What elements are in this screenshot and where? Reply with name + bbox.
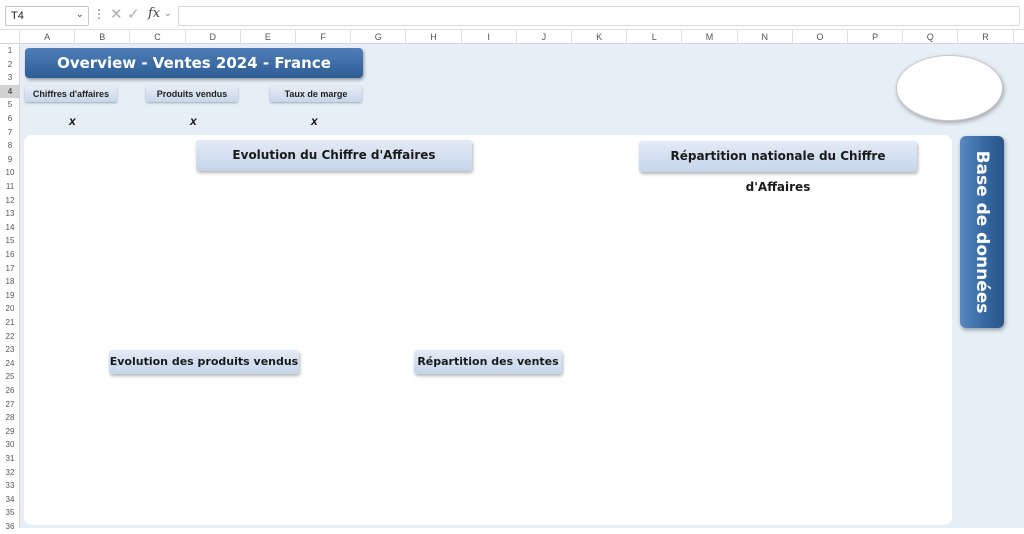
column-header[interactable]: P bbox=[848, 30, 904, 44]
formula-input[interactable] bbox=[178, 6, 1020, 26]
row-header[interactable]: 26 bbox=[0, 384, 20, 398]
row-header[interactable]: 28 bbox=[0, 411, 20, 425]
column-header[interactable]: O bbox=[793, 30, 848, 44]
selection-marker: x bbox=[69, 114, 76, 128]
row-header[interactable]: 2 bbox=[0, 58, 20, 72]
column-header[interactable]: C bbox=[130, 30, 186, 44]
column-header[interactable]: A bbox=[20, 30, 76, 44]
row-header[interactable]: 27 bbox=[0, 398, 20, 412]
row-header[interactable]: 20 bbox=[0, 302, 20, 316]
column-header[interactable]: J bbox=[517, 30, 572, 44]
column-header[interactable]: D bbox=[186, 30, 241, 44]
column-header[interactable]: R bbox=[958, 30, 1014, 44]
chevron-down-icon[interactable]: ⌄ bbox=[164, 8, 172, 19]
row-header-bar: 1 2 3 4 5 6 7 8 9 10 11 12 13 14 15 16 17 18 19 20 21 22 23 24 2… bbox=[0, 44, 20, 531]
column-header[interactable]: F bbox=[296, 30, 352, 44]
more-options-icon[interactable]: ⋮ bbox=[93, 7, 105, 21]
row-header[interactable]: 4 bbox=[0, 84, 20, 99]
row-header[interactable]: 31 bbox=[0, 452, 20, 466]
row-header[interactable]: 24 bbox=[0, 357, 20, 371]
database-button-label: Base de données bbox=[972, 150, 992, 314]
chart-title-ca-repartition: Répartition nationale du Chiffre d'Affai… bbox=[639, 141, 917, 194]
column-header[interactable]: B bbox=[75, 30, 131, 44]
row-header[interactable]: 13 bbox=[0, 207, 20, 221]
taux-marge-button[interactable]: Taux de marge bbox=[270, 86, 362, 102]
row-header[interactable]: 29 bbox=[0, 425, 20, 439]
selection-marker: x bbox=[190, 114, 197, 128]
column-header[interactable]: Q bbox=[903, 30, 959, 44]
chart-title-ventes-repartition: Répartition des ventes bbox=[414, 350, 562, 374]
column-header[interactable]: L bbox=[627, 30, 683, 44]
produits-vendus-button[interactable]: Produits vendus bbox=[146, 86, 238, 102]
row-header[interactable]: 35 bbox=[0, 506, 20, 520]
database-button[interactable]: Base de données bbox=[960, 136, 1004, 328]
column-header[interactable]: H bbox=[406, 30, 462, 44]
check-icon[interactable]: ✓ bbox=[127, 5, 140, 23]
close-icon[interactable]: ✕ bbox=[110, 5, 123, 23]
name-box-value: T4 bbox=[11, 10, 24, 22]
chart-title-ca-evolution: Evolution du Chiffre d'Affaires bbox=[196, 140, 472, 171]
chiffres-affaires-button[interactable]: Chiffres d'affaires bbox=[25, 86, 117, 102]
row-header[interactable]: 18 bbox=[0, 275, 20, 289]
column-header[interactable]: G bbox=[351, 30, 407, 44]
row-header[interactable]: 15 bbox=[0, 234, 20, 248]
charts-panel bbox=[24, 135, 952, 525]
row-header[interactable]: 16 bbox=[0, 248, 20, 262]
row-header[interactable]: 6 bbox=[0, 112, 20, 126]
column-header[interactable]: N bbox=[738, 30, 793, 44]
row-header[interactable]: 25 bbox=[0, 370, 20, 384]
row-header[interactable]: 34 bbox=[0, 493, 20, 507]
row-header[interactable]: 30 bbox=[0, 438, 20, 452]
row-header[interactable]: 11 bbox=[0, 180, 20, 194]
row-header[interactable]: 9 bbox=[0, 153, 20, 167]
row-header[interactable]: 7 bbox=[0, 126, 20, 140]
row-header[interactable]: 33 bbox=[0, 479, 20, 493]
select-all-corner[interactable] bbox=[0, 30, 20, 44]
row-header[interactable]: 12 bbox=[0, 194, 20, 208]
column-header[interactable]: M bbox=[682, 30, 738, 44]
chevron-down-icon[interactable]: ⌄ bbox=[76, 9, 84, 20]
row-header[interactable]: 23 bbox=[0, 343, 20, 357]
row-header[interactable]: 21 bbox=[0, 316, 20, 330]
column-header-bar: ABCDEFGHIJKLMNOPQR bbox=[0, 30, 1024, 44]
selection-marker: x bbox=[311, 114, 318, 128]
column-header[interactable]: E bbox=[241, 30, 296, 44]
insert-function-icon[interactable]: fx bbox=[148, 6, 160, 21]
chart-title-produits-evolution: Evolution des produits vendus bbox=[109, 350, 299, 374]
row-header[interactable]: 1 bbox=[0, 44, 20, 58]
column-header[interactable]: K bbox=[572, 30, 628, 44]
dashboard-title: Overview - Ventes 2024 - France bbox=[25, 48, 363, 78]
row-header[interactable]: 22 bbox=[0, 330, 20, 344]
logo-placeholder-oval[interactable] bbox=[896, 55, 1003, 121]
row-header[interactable]: 36 bbox=[0, 520, 20, 534]
column-header[interactable]: I bbox=[462, 30, 517, 44]
row-header[interactable]: 5 bbox=[0, 98, 20, 112]
row-header[interactable]: 32 bbox=[0, 466, 20, 480]
row-header[interactable]: 8 bbox=[0, 139, 20, 153]
formula-bar: T4 ⌄ ⋮ ✕ ✓ fx ⌄ bbox=[0, 0, 1024, 30]
row-header[interactable]: 10 bbox=[0, 166, 20, 180]
name-box[interactable]: T4 ⌄ bbox=[5, 6, 89, 26]
row-header[interactable]: 14 bbox=[0, 221, 20, 235]
row-header[interactable]: 19 bbox=[0, 289, 20, 303]
row-header[interactable]: 3 bbox=[0, 71, 20, 85]
row-header[interactable]: 17 bbox=[0, 262, 20, 276]
